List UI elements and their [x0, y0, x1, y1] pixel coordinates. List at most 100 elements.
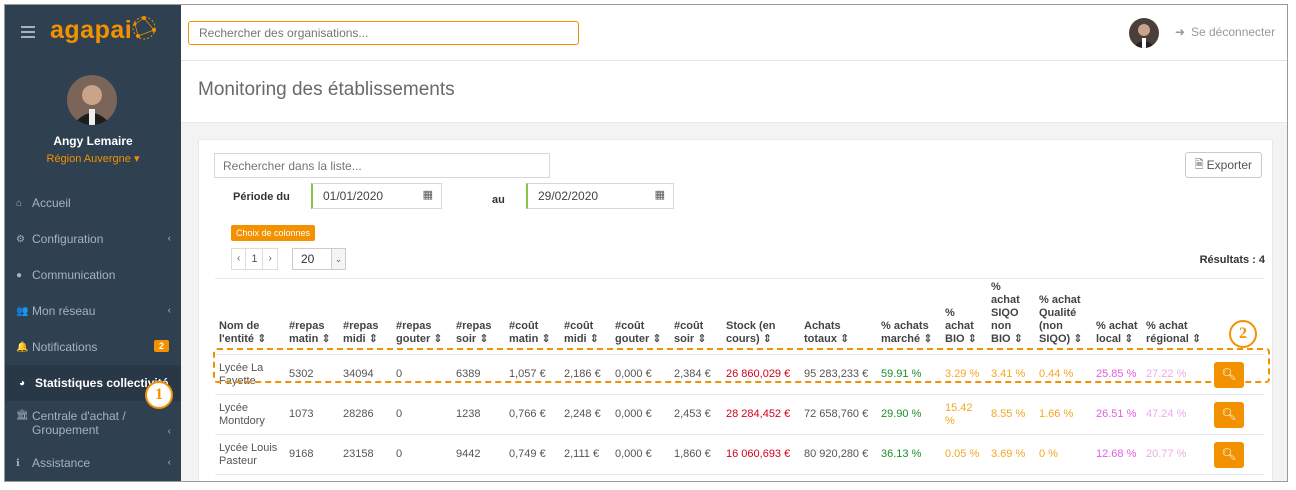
magnifier-icon: 🔍︎ [1221, 367, 1237, 381]
quality-percent-cell: 0 % [1035, 434, 1092, 475]
organisation-search-input[interactable] [188, 21, 579, 45]
table-cell: 80 920,280 € [800, 434, 877, 475]
pagination: ‹ 1 › [231, 248, 278, 270]
menu-toggle-icon[interactable] [21, 26, 35, 38]
column-header[interactable]: Stock (en cours) ⇕ [722, 278, 800, 355]
table-cell: 0,000 € [611, 394, 670, 435]
market-percent-cell: 29.90 % [877, 394, 941, 435]
column-header[interactable]: % achat local ⇕ [1092, 278, 1142, 355]
sidebar-item-assistance[interactable]: ℹ Assistance ‹ [5, 445, 181, 481]
bio-percent-cell: 0.05 % [941, 434, 987, 475]
table-cell: 1,860 € [670, 434, 722, 475]
market-percent-cell: 59.91 % [877, 354, 941, 395]
user-avatar[interactable] [1129, 18, 1159, 48]
date-from-value: 01/01/2020 [323, 189, 384, 203]
bio-percent-cell: 15.42 % [941, 394, 987, 435]
magnifier-icon: 🔍︎ [1221, 407, 1237, 421]
comments-icon: ● [16, 269, 23, 281]
export-button[interactable]: 🗎 Exporter [1184, 152, 1262, 178]
logo-area: agapai [5, 5, 181, 61]
establishments-table: Nom de l'entité ⇕ #repas matin ⇕ #repas … [215, 278, 1264, 475]
table-cell: 0 [392, 394, 452, 435]
regional-percent-cell: 20.77 % [1142, 434, 1210, 475]
table-cell: 34094 [339, 354, 392, 395]
table-cell: 6389 [452, 354, 505, 395]
table-cell: 23158 [339, 434, 392, 475]
logout-link[interactable]: ➜ Se déconnecter [1175, 25, 1275, 39]
calendar-icon[interactable]: ▦ [423, 188, 433, 201]
column-header[interactable]: #coût matin ⇕ [505, 278, 560, 355]
column-header[interactable]: % achats marché ⇕ [877, 278, 941, 355]
regional-percent-cell: 27.22 % [1142, 354, 1210, 395]
chevron-left-icon: ‹ [167, 305, 171, 316]
sidebar-item-configuration[interactable]: ⚙ Configuration ‹ [5, 221, 181, 257]
column-header[interactable]: % achat BIO ⇕ [941, 278, 987, 355]
quality-percent-cell: 1.66 % [1035, 394, 1092, 435]
home-icon: ⌂ [16, 197, 23, 209]
column-header[interactable]: #repas soir ⇕ [452, 278, 505, 355]
market-percent-cell: 36.13 % [877, 434, 941, 475]
page-header: Monitoring des établissements [181, 61, 1287, 123]
table-cell: 2,384 € [670, 354, 722, 395]
profile-name: Angy Lemaire [53, 134, 133, 148]
actions-cell: 🔍︎ [1210, 354, 1264, 395]
view-details-button[interactable]: 🔍︎ [1214, 361, 1244, 388]
sidebar-item-label: Notifications [32, 340, 98, 354]
column-header[interactable]: Achats totaux ⇕ [800, 278, 877, 355]
table-cell: 2,186 € [560, 354, 611, 395]
page-size-select[interactable]: 20 ⌄ [292, 248, 346, 270]
notification-count-badge: 2 [153, 340, 169, 352]
column-header[interactable]: Nom de l'entité ⇕ [215, 278, 285, 355]
pager-prev-button[interactable]: ‹ [231, 248, 247, 270]
view-details-button[interactable]: 🔍︎ [1214, 401, 1244, 428]
info-icon: ℹ [16, 457, 20, 469]
entity-name: Lycée Montdory [215, 394, 285, 435]
column-header[interactable]: #repas gouter ⇕ [392, 278, 452, 355]
column-header[interactable]: #coût gouter ⇕ [611, 278, 670, 355]
list-search-input[interactable] [214, 153, 550, 178]
view-details-button[interactable]: 🔍︎ [1214, 441, 1244, 468]
monitoring-panel: 🗎 Exporter Période du 01/01/2020 ▦ au 29… [198, 139, 1273, 481]
bank-icon: 🏛 [16, 410, 29, 421]
date-from-field[interactable]: 01/01/2020 ▦ [311, 183, 442, 209]
column-header[interactable]: % achat SIQO non BIO ⇕ [987, 278, 1035, 355]
stock-cell: 28 284,452 € [722, 394, 800, 435]
column-header[interactable]: #coût midi ⇕ [560, 278, 611, 355]
column-header[interactable]: % achat Qualité (non SIQO) ⇕ [1035, 278, 1092, 355]
file-export-icon: 🗎 [1194, 158, 1204, 171]
bio-percent-cell: 3.29 % [941, 354, 987, 395]
region-selector[interactable]: Région Auvergne ▾ [5, 152, 181, 165]
column-header[interactable]: #repas midi ⇕ [339, 278, 392, 355]
page-title: Monitoring des établissements [198, 79, 455, 100]
sidebar-item-label: Communication [32, 268, 116, 282]
pager-current-page[interactable]: 1 [245, 248, 264, 270]
app-logo[interactable]: agapai [50, 16, 132, 45]
table-header-row: Nom de l'entité ⇕ #repas matin ⇕ #repas … [215, 278, 1264, 355]
siqo-percent-cell: 3.41 % [987, 354, 1035, 395]
table-cell: 0 [392, 354, 452, 395]
table-cell: 2,453 € [670, 394, 722, 435]
sidebar-item-communication[interactable]: ● Communication [5, 257, 181, 293]
column-choice-button[interactable]: Choix de colonnes [231, 225, 316, 241]
calendar-icon[interactable]: ▦ [655, 188, 665, 201]
pager-next-button[interactable]: › [262, 248, 278, 270]
column-header[interactable]: % achat régional ⇕ [1142, 278, 1210, 355]
sidebar-item-accueil[interactable]: ⌂ Accueil [5, 185, 181, 221]
table-cell: 0,000 € [611, 434, 670, 475]
pie-chart-icon: ◕ [19, 377, 26, 389]
export-label: Exporter [1206, 158, 1252, 172]
sidebar-item-notifications[interactable]: 🔔 Notifications 2 [5, 329, 181, 365]
sidebar-nav: ⌂ Accueil ⚙ Configuration ‹ ● Communicat… [5, 185, 181, 481]
stock-cell: 26 860,029 € [722, 354, 800, 395]
chevron-down-icon: ⌄ [331, 249, 345, 269]
column-header[interactable]: #coût soir ⇕ [670, 278, 722, 355]
top-bar: agapai ➜ Se déconnecter [5, 5, 1287, 61]
date-to-field[interactable]: 29/02/2020 ▦ [526, 183, 674, 209]
table-cell: 0 [392, 434, 452, 475]
column-header[interactable]: #repas matin ⇕ [285, 278, 339, 355]
sign-out-icon: ➜ [1175, 25, 1186, 39]
main-content: Monitoring des établissements 🗎 Exporter… [181, 61, 1287, 481]
table-cell: 0,749 € [505, 434, 560, 475]
siqo-percent-cell: 8.55 % [987, 394, 1035, 435]
sidebar-item-mon-reseau[interactable]: 👥 Mon réseau ‹ [5, 293, 181, 329]
